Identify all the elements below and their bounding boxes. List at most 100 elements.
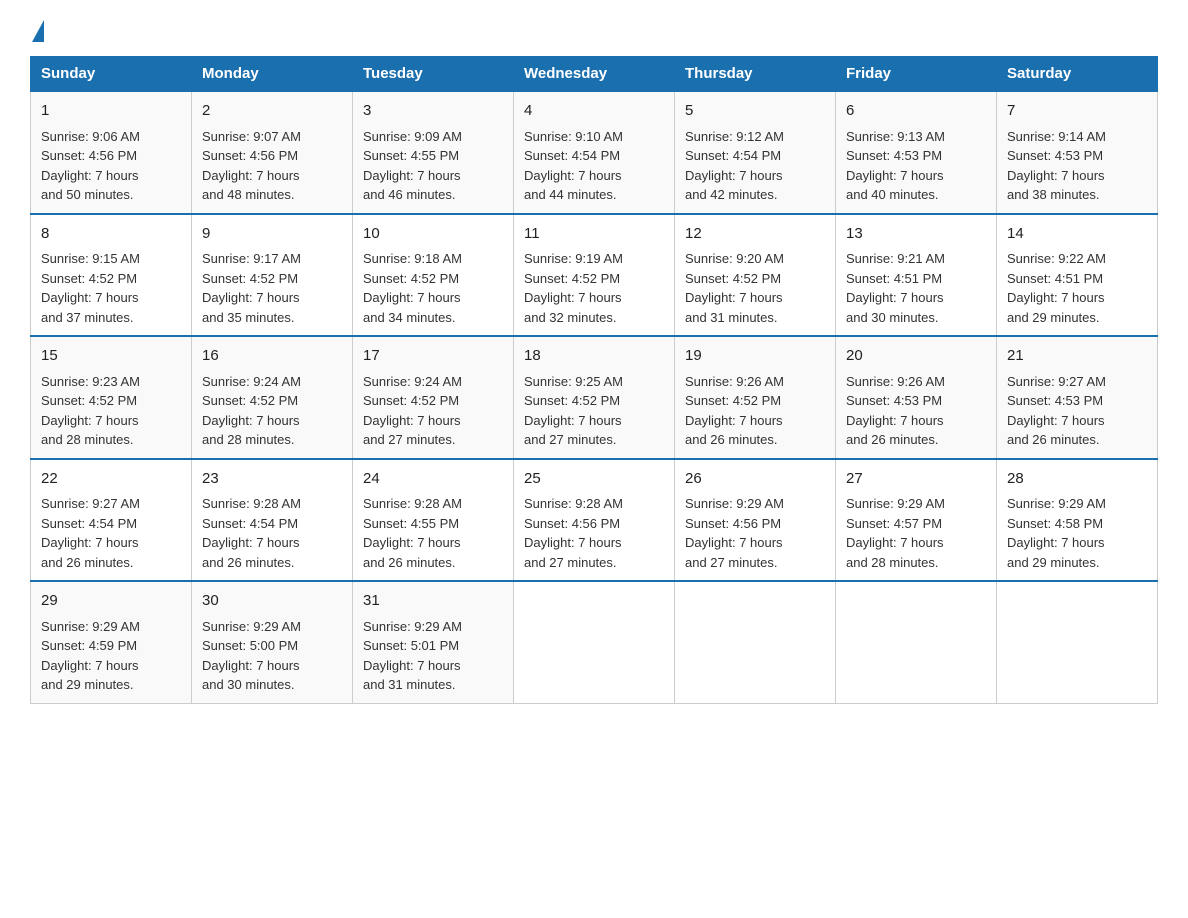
day-detail: Daylight: 7 hours (202, 535, 300, 550)
day-detail: Sunrise: 9:09 AM (363, 129, 462, 144)
calendar-cell: 16Sunrise: 9:24 AMSunset: 4:52 PMDayligh… (192, 336, 353, 459)
day-info: Sunrise: 9:17 AMSunset: 4:52 PMDaylight:… (202, 249, 342, 327)
day-detail: Sunrise: 9:25 AM (524, 374, 623, 389)
day-number: 31 (363, 590, 503, 613)
day-info: Sunrise: 9:18 AMSunset: 4:52 PMDaylight:… (363, 249, 503, 327)
calendar-cell: 25Sunrise: 9:28 AMSunset: 4:56 PMDayligh… (514, 459, 675, 582)
day-info: Sunrise: 9:23 AMSunset: 4:52 PMDaylight:… (41, 372, 181, 450)
day-number: 11 (524, 223, 664, 246)
day-detail: Sunrise: 9:21 AM (846, 251, 945, 266)
day-number: 9 (202, 223, 342, 246)
day-detail: Sunrise: 9:06 AM (41, 129, 140, 144)
day-detail: Sunset: 4:52 PM (524, 271, 620, 286)
day-detail: and 28 minutes. (202, 432, 295, 447)
day-detail: Sunset: 4:55 PM (363, 516, 459, 531)
day-detail: and 34 minutes. (363, 310, 456, 325)
calendar-cell: 5Sunrise: 9:12 AMSunset: 4:54 PMDaylight… (675, 91, 836, 214)
day-detail: and 30 minutes. (846, 310, 939, 325)
calendar-header-tuesday: Tuesday (353, 57, 514, 92)
day-detail: Daylight: 7 hours (41, 535, 139, 550)
day-detail: Daylight: 7 hours (524, 168, 622, 183)
calendar-week-row: 29Sunrise: 9:29 AMSunset: 4:59 PMDayligh… (31, 581, 1158, 703)
day-detail: Sunrise: 9:29 AM (363, 619, 462, 634)
day-detail: Daylight: 7 hours (846, 290, 944, 305)
day-detail: Sunrise: 9:29 AM (202, 619, 301, 634)
day-detail: Daylight: 7 hours (1007, 168, 1105, 183)
day-number: 19 (685, 345, 825, 368)
day-detail: and 30 minutes. (202, 677, 295, 692)
calendar-cell (675, 581, 836, 703)
day-info: Sunrise: 9:29 AMSunset: 4:57 PMDaylight:… (846, 494, 986, 572)
day-detail: Sunset: 4:52 PM (685, 393, 781, 408)
calendar-header-saturday: Saturday (997, 57, 1158, 92)
day-detail: Sunset: 4:52 PM (363, 393, 459, 408)
day-detail: Sunrise: 9:14 AM (1007, 129, 1106, 144)
day-info: Sunrise: 9:29 AMSunset: 4:58 PMDaylight:… (1007, 494, 1147, 572)
day-detail: and 38 minutes. (1007, 187, 1100, 202)
calendar-cell: 19Sunrise: 9:26 AMSunset: 4:52 PMDayligh… (675, 336, 836, 459)
day-detail: Sunrise: 9:28 AM (202, 496, 301, 511)
day-detail: Sunrise: 9:07 AM (202, 129, 301, 144)
day-detail: Sunset: 4:54 PM (202, 516, 298, 531)
day-detail: Daylight: 7 hours (202, 658, 300, 673)
day-number: 6 (846, 100, 986, 123)
calendar-cell: 10Sunrise: 9:18 AMSunset: 4:52 PMDayligh… (353, 214, 514, 337)
day-info: Sunrise: 9:14 AMSunset: 4:53 PMDaylight:… (1007, 127, 1147, 205)
day-info: Sunrise: 9:15 AMSunset: 4:52 PMDaylight:… (41, 249, 181, 327)
day-info: Sunrise: 9:22 AMSunset: 4:51 PMDaylight:… (1007, 249, 1147, 327)
day-detail: Sunrise: 9:13 AM (846, 129, 945, 144)
page-header (30, 20, 1158, 38)
day-detail: Sunset: 4:56 PM (524, 516, 620, 531)
calendar-header-thursday: Thursday (675, 57, 836, 92)
day-detail: Daylight: 7 hours (685, 413, 783, 428)
calendar-cell: 18Sunrise: 9:25 AMSunset: 4:52 PMDayligh… (514, 336, 675, 459)
logo-triangle-icon (32, 20, 44, 42)
day-info: Sunrise: 9:26 AMSunset: 4:53 PMDaylight:… (846, 372, 986, 450)
calendar-cell: 7Sunrise: 9:14 AMSunset: 4:53 PMDaylight… (997, 91, 1158, 214)
day-detail: Daylight: 7 hours (685, 290, 783, 305)
day-detail: Sunset: 4:56 PM (41, 148, 137, 163)
day-detail: Daylight: 7 hours (846, 413, 944, 428)
day-detail: Sunset: 4:56 PM (202, 148, 298, 163)
day-detail: Sunrise: 9:24 AM (202, 374, 301, 389)
day-detail: Daylight: 7 hours (202, 413, 300, 428)
calendar-cell: 15Sunrise: 9:23 AMSunset: 4:52 PMDayligh… (31, 336, 192, 459)
calendar-cell: 8Sunrise: 9:15 AMSunset: 4:52 PMDaylight… (31, 214, 192, 337)
calendar-cell: 21Sunrise: 9:27 AMSunset: 4:53 PMDayligh… (997, 336, 1158, 459)
day-number: 5 (685, 100, 825, 123)
calendar-cell: 4Sunrise: 9:10 AMSunset: 4:54 PMDaylight… (514, 91, 675, 214)
day-detail: and 26 minutes. (846, 432, 939, 447)
day-detail: and 27 minutes. (363, 432, 456, 447)
day-detail: and 28 minutes. (41, 432, 134, 447)
calendar-cell: 22Sunrise: 9:27 AMSunset: 4:54 PMDayligh… (31, 459, 192, 582)
day-info: Sunrise: 9:10 AMSunset: 4:54 PMDaylight:… (524, 127, 664, 205)
day-info: Sunrise: 9:20 AMSunset: 4:52 PMDaylight:… (685, 249, 825, 327)
calendar-cell: 31Sunrise: 9:29 AMSunset: 5:01 PMDayligh… (353, 581, 514, 703)
day-detail: Sunrise: 9:29 AM (846, 496, 945, 511)
day-number: 24 (363, 468, 503, 491)
day-detail: Daylight: 7 hours (1007, 290, 1105, 305)
day-detail: and 27 minutes. (524, 555, 617, 570)
day-detail: Sunset: 4:53 PM (846, 148, 942, 163)
day-detail: and 31 minutes. (363, 677, 456, 692)
day-info: Sunrise: 9:21 AMSunset: 4:51 PMDaylight:… (846, 249, 986, 327)
day-number: 21 (1007, 345, 1147, 368)
calendar-cell: 3Sunrise: 9:09 AMSunset: 4:55 PMDaylight… (353, 91, 514, 214)
day-detail: Sunset: 5:01 PM (363, 638, 459, 653)
day-detail: and 35 minutes. (202, 310, 295, 325)
calendar-cell: 11Sunrise: 9:19 AMSunset: 4:52 PMDayligh… (514, 214, 675, 337)
day-detail: and 40 minutes. (846, 187, 939, 202)
calendar-cell: 17Sunrise: 9:24 AMSunset: 4:52 PMDayligh… (353, 336, 514, 459)
calendar-header-sunday: Sunday (31, 57, 192, 92)
day-detail: Daylight: 7 hours (41, 290, 139, 305)
day-detail: Daylight: 7 hours (363, 168, 461, 183)
day-detail: and 26 minutes. (1007, 432, 1100, 447)
day-detail: Daylight: 7 hours (363, 413, 461, 428)
day-detail: and 48 minutes. (202, 187, 295, 202)
day-detail: Sunset: 5:00 PM (202, 638, 298, 653)
day-info: Sunrise: 9:24 AMSunset: 4:52 PMDaylight:… (202, 372, 342, 450)
calendar-header-friday: Friday (836, 57, 997, 92)
day-detail: Sunrise: 9:10 AM (524, 129, 623, 144)
day-number: 29 (41, 590, 181, 613)
calendar-cell: 26Sunrise: 9:29 AMSunset: 4:56 PMDayligh… (675, 459, 836, 582)
